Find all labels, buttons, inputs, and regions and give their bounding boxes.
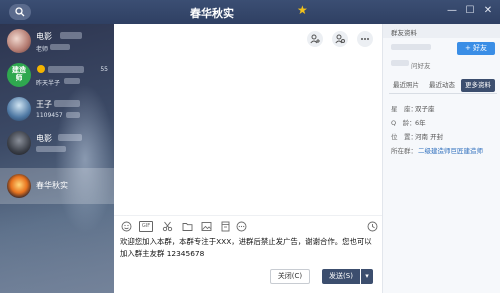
- chat-title: 春华秋实: [190, 7, 234, 20]
- chat-area: GIF 欢迎您加入本群，本群专注于XXX，进群后禁止发广告，谢谢合作。您也可以加…: [114, 24, 382, 293]
- avatar: [7, 97, 31, 121]
- avatar: [7, 29, 31, 53]
- contact-item[interactable]: 建造师 55 昨天半子: [0, 60, 114, 94]
- blurred-text: [48, 66, 84, 73]
- info-row-zodiac: 星 座： 双子座: [391, 103, 435, 113]
- blurred-text: [391, 60, 409, 66]
- member-subtitle: 问好友: [411, 62, 431, 70]
- contact-sidebar: 电影 老师 建造师 55 昨天半子 王子 1109457 电影 春华秋实: [0, 24, 114, 293]
- avatar: [7, 174, 31, 198]
- avatar-text: 建造师: [12, 66, 26, 82]
- member-profile-panel: 群友资料 + 好友 问好友 最近照片 最近动态 更多资料 星 座： 双子座 Q …: [382, 24, 500, 293]
- gif-icon[interactable]: GIF: [139, 221, 153, 232]
- blurred-text: [66, 112, 80, 118]
- panel-header: 群友资料: [383, 24, 500, 38]
- add-friend-button[interactable]: + 好友: [457, 42, 495, 55]
- members-button[interactable]: [332, 31, 348, 47]
- tab-more-info[interactable]: 更多资料: [461, 79, 495, 92]
- contact-name: 春华秋实: [36, 181, 68, 190]
- blurred-text: [54, 100, 80, 107]
- divider: [389, 93, 497, 94]
- file-icon[interactable]: [220, 221, 231, 232]
- chevron-down-icon: ▾: [365, 272, 369, 280]
- add-member-icon: [310, 34, 320, 44]
- contact-name: 王子: [36, 100, 52, 109]
- contact-message: 1109457: [36, 112, 63, 119]
- scissors-icon[interactable]: [162, 221, 173, 232]
- info-row-qq-age: Q 龄： 6年: [391, 117, 426, 127]
- contact-item[interactable]: 电影: [0, 128, 114, 162]
- add-member-button[interactable]: [307, 31, 323, 47]
- contact-message: 昨天半子: [36, 80, 61, 87]
- info-label: 星 座：: [391, 105, 417, 113]
- info-label: Q 龄：: [391, 119, 416, 127]
- info-row-group: 所在群： 二级建造师巨匠建造师: [391, 145, 483, 155]
- divider: [114, 215, 382, 216]
- tab-recent-photos[interactable]: 最近照片: [389, 79, 423, 92]
- group-link[interactable]: 二级建造师巨匠建造师: [418, 145, 483, 155]
- profile-tabs: 最近照片 最近动态 更多资料: [389, 79, 499, 92]
- send-button[interactable]: 发送(S): [322, 269, 360, 284]
- status-badge: [37, 65, 45, 73]
- folder-icon[interactable]: [182, 221, 193, 232]
- more-button[interactable]: [357, 31, 373, 47]
- info-row-location: 位 置： 河南 开封: [391, 131, 443, 141]
- info-value: 双子座: [415, 105, 435, 113]
- more-tools-icon[interactable]: [236, 221, 247, 232]
- history-icon[interactable]: [367, 221, 378, 232]
- blurred-text: [64, 78, 80, 84]
- contact-item[interactable]: 电影 老师: [0, 26, 114, 60]
- background-art: [0, 194, 114, 293]
- close-icon[interactable]: ✕: [481, 4, 495, 18]
- info-label: 位 置：: [391, 133, 417, 141]
- info-label: 所在群：: [391, 147, 417, 155]
- info-value: 河南 开封: [415, 133, 444, 141]
- title-bar: 春华秋实 ★ — ☐ ✕: [0, 0, 500, 24]
- blurred-text: [50, 44, 70, 50]
- info-value: 6年: [415, 119, 426, 127]
- contact-message: 老师: [36, 46, 49, 53]
- contact-name: 电影: [36, 32, 52, 41]
- maximize-icon[interactable]: ☐: [463, 4, 477, 18]
- contact-item[interactable]: 王子 1109457: [0, 94, 114, 128]
- image-icon[interactable]: [201, 221, 212, 232]
- members-icon: [335, 34, 345, 44]
- avatar: 建造师: [7, 63, 31, 87]
- search-icon: [15, 7, 25, 17]
- star-icon[interactable]: ★: [297, 3, 308, 17]
- emoji-icon[interactable]: [121, 221, 132, 232]
- blurred-text: [58, 134, 82, 141]
- send-options-button[interactable]: ▾: [361, 269, 373, 284]
- panel-title: 群友资料: [391, 29, 417, 37]
- blurred-text: [60, 32, 82, 39]
- more-icon: [361, 38, 369, 40]
- blurred-text: [36, 146, 66, 152]
- avatar: [7, 131, 31, 155]
- minimize-icon[interactable]: —: [445, 4, 459, 18]
- tab-recent-activity[interactable]: 最近动态: [425, 79, 459, 92]
- message-input[interactable]: 欢迎您加入本群，本群专注于XXX，进群后禁止发广告，谢谢合作。您也可以加入群主友…: [120, 236, 378, 260]
- blurred-text: [391, 44, 431, 50]
- message-time: 55: [100, 66, 108, 73]
- search-button[interactable]: [9, 4, 31, 20]
- close-button[interactable]: 关闭(C): [270, 269, 310, 284]
- contact-item-active[interactable]: 春华秋实: [0, 168, 114, 204]
- contact-name: 电影: [36, 134, 52, 143]
